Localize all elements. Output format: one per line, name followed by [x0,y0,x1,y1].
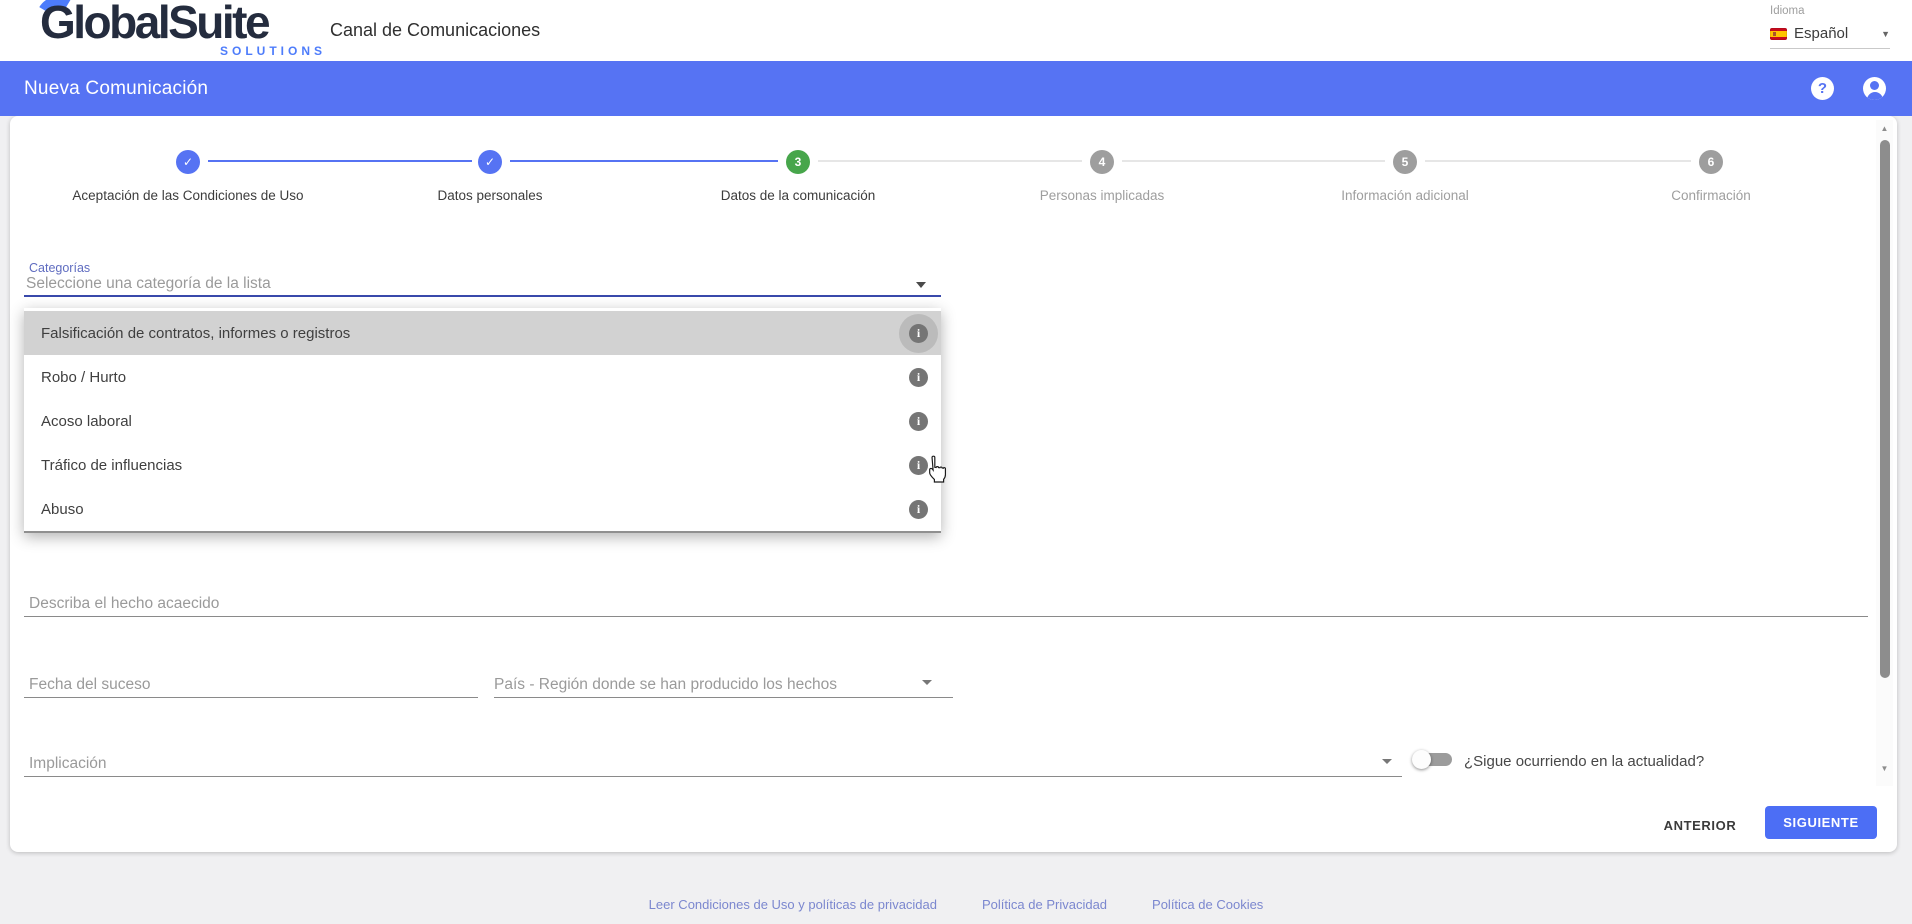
scroll-up-icon[interactable]: ▲ [1876,124,1893,133]
footer-link-cookies[interactable]: Política de Cookies [1152,897,1263,912]
step-6-circle[interactable]: 6 [1699,150,1723,174]
date-input[interactable]: Fecha del suceso [29,676,151,694]
option-label: Tráfico de influencias [41,457,182,474]
step-connector-5 [1425,160,1691,162]
category-option-4[interactable]: Tráfico de influencias i [24,443,941,487]
category-option-5[interactable]: Abuso i [24,487,941,531]
country-select[interactable]: País - Región donde se han producido los… [494,676,837,694]
scroll-down-icon[interactable]: ▼ [1876,764,1893,773]
description-underline [24,616,1868,617]
footer: Leer Condiciones de Uso y políticas de p… [0,897,1912,912]
option-label: Acoso laboral [41,413,132,430]
involvement-select[interactable]: Implicación [29,755,107,773]
language-label: Idioma [1770,5,1890,17]
logo-main-text: GlobalSuite [40,0,268,47]
step-connector-4 [1122,160,1385,162]
category-label: Categorías [29,261,90,275]
previous-button[interactable]: ANTERIOR [1645,813,1755,838]
step-1-label: Aceptación de las Condiciones de Uso [28,188,348,203]
step-2-circle[interactable]: ✓ [478,150,502,174]
description-input[interactable]: Describa el hecho acaecido [29,595,219,613]
spain-flag-icon [1770,28,1787,40]
category-option-2[interactable]: Robo / Hurto i [24,355,941,399]
chevron-down-icon: ▼ [1881,29,1890,39]
still-happening-label: ¿Sigue ocurriendo en la actualidad? [1464,753,1704,770]
account-icon[interactable] [1863,77,1886,100]
step-5-circle[interactable]: 5 [1393,150,1417,174]
step-1-circle[interactable]: ✓ [176,150,200,174]
step-connector-3 [818,160,1082,162]
option-label: Falsificación de contratos, informes o r… [41,325,350,342]
option-label: Abuso [41,501,84,518]
language-select[interactable]: Español ▼ [1770,25,1890,49]
step-connector-1 [208,160,472,162]
step-5-label: Información adicional [1245,188,1565,203]
option-label: Robo / Hurto [41,369,126,386]
category-option-3[interactable]: Acoso laboral i [24,399,941,443]
step-6-label: Confirmación [1551,188,1871,203]
account-head-icon [1870,81,1879,90]
step-3-label: Datos de la comunicación [638,188,958,203]
category-option-1[interactable]: Falsificación de contratos, informes o r… [24,311,941,355]
account-body-icon [1867,92,1883,101]
logo-sub-text: SOLUTIONS [220,44,326,58]
caret-down-icon [922,680,932,685]
language-selector[interactable]: Idioma Español ▼ [1770,5,1890,49]
category-select[interactable]: Seleccione una categoría de la lista [26,275,906,293]
date-underline [24,697,478,698]
step-4-label: Personas implicadas [942,188,1262,203]
involvement-underline [24,776,1402,777]
globalsuite-logo: GlobalSuite SOLUTIONS [40,2,320,58]
category-select-underline [24,295,941,297]
scrollbar-thumb[interactable] [1880,140,1890,678]
step-2-label: Datos personales [330,188,650,203]
step-connector-2 [510,160,778,162]
country-underline [494,697,953,698]
info-icon[interactable]: i [909,412,928,431]
form-card: ✓ ✓ 3 4 5 6 Aceptación de las Condicione… [10,116,1897,852]
next-button[interactable]: SIGUIENTE [1765,806,1877,839]
still-happening-toggle[interactable] [1410,746,1456,772]
caret-down-icon [1382,759,1392,764]
footer-link-conditions[interactable]: Leer Condiciones de Uso y políticas de p… [649,897,937,912]
toolbar: Nueva Comunicación ? [0,61,1912,116]
step-4-circle[interactable]: 4 [1090,150,1114,174]
info-icon[interactable]: i [909,368,928,387]
top-header: GlobalSuite SOLUTIONS Canal de Comunicac… [0,0,1912,61]
toggle-knob [1412,750,1431,769]
info-icon[interactable]: i [909,500,928,519]
footer-link-privacy[interactable]: Política de Privacidad [982,897,1107,912]
language-value: Español [1794,25,1848,42]
caret-down-icon [916,282,926,288]
info-icon[interactable]: i [909,324,928,343]
toolbar-title: Nueva Comunicación [24,78,208,100]
scrollbar[interactable]: ▲ ▼ [1876,120,1893,786]
category-dropdown-panel: Falsificación de contratos, informes o r… [24,308,941,533]
info-icon[interactable]: i [909,456,928,475]
page-title: Canal de Comunicaciones [330,0,540,61]
step-3-circle[interactable]: 3 [786,150,810,174]
help-icon[interactable]: ? [1811,77,1834,100]
